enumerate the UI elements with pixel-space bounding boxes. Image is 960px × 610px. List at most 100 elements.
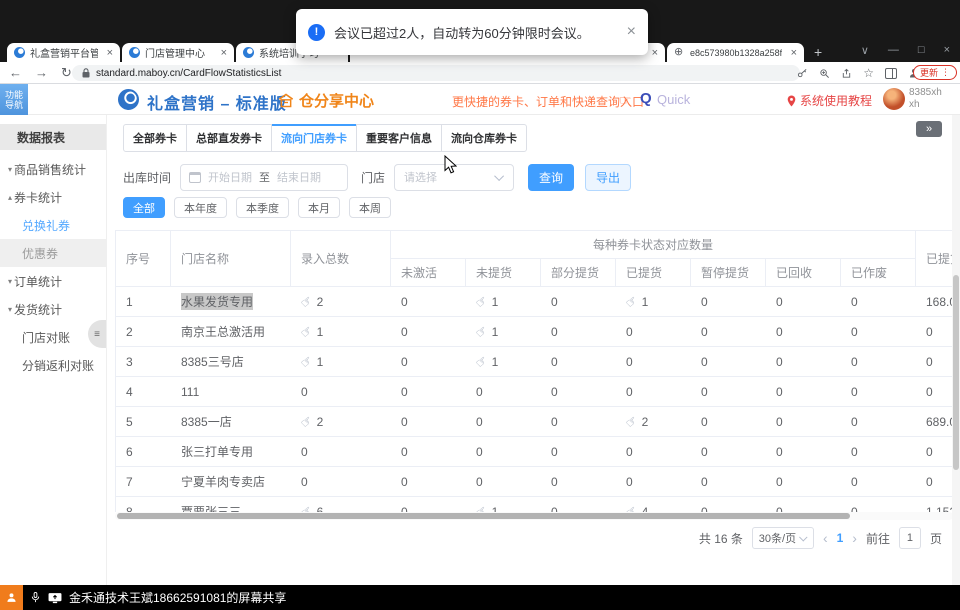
count-cell: 0: [391, 287, 466, 316]
search-button[interactable]: 查询: [528, 164, 574, 191]
count-link[interactable]: ☞2: [626, 414, 648, 430]
count-link[interactable]: ☞6: [301, 504, 323, 513]
browser-tab-gift-admin[interactable]: 礼盒营销平台管理中心 ×: [7, 43, 120, 62]
count-link[interactable]: ☞1: [301, 354, 323, 370]
date-range-input[interactable]: 开始日期 至 结束日期: [180, 164, 348, 191]
sidebar-item-order-stats[interactable]: ▾ 订单统计: [0, 267, 106, 295]
side-panel-icon[interactable]: [885, 68, 897, 79]
zoom-icon[interactable]: [819, 68, 830, 79]
count-value: 1: [492, 295, 499, 309]
tab-title: 门店管理中心: [145, 45, 212, 60]
count-cell: 0: [766, 377, 841, 406]
function-nav-button[interactable]: 功能 导航: [0, 84, 28, 115]
page-scrollbar-thumb[interactable]: [953, 275, 959, 470]
warehouse-share-center-link[interactable]: 仓分享中心: [278, 90, 374, 111]
tab-close-icon[interactable]: ×: [107, 47, 113, 59]
chrome-update-button[interactable]: 更新 ⋮: [913, 65, 957, 80]
window-close-button[interactable]: ×: [944, 44, 950, 57]
export-button[interactable]: 导出: [585, 164, 631, 191]
count-cell: 0: [466, 407, 541, 436]
pointer-icon: ☞: [622, 292, 641, 312]
quick-filter-month[interactable]: 本月: [298, 197, 340, 218]
page-size-value: 30条/页: [759, 530, 796, 546]
sidebar-item-discount-coupon[interactable]: 优惠券: [0, 239, 106, 267]
address-bar[interactable]: standard.maboy.cn/CardFlowStatisticsList: [72, 65, 800, 81]
double-chevron-icon: »: [926, 124, 932, 135]
page-number[interactable]: 1: [837, 531, 844, 545]
microphone-icon: [30, 591, 41, 604]
browser-tab-store-admin[interactable]: 门店管理中心 ×: [122, 43, 234, 62]
tab-store-flow-cards[interactable]: 流向门店券卡: [272, 125, 357, 151]
collapse-panel-button[interactable]: »: [916, 121, 942, 137]
forward-icon[interactable]: →: [35, 64, 48, 81]
tab-key-customers[interactable]: 重要客户信息: [357, 125, 442, 151]
page-size-select[interactable]: 30条/页: [752, 527, 814, 549]
next-page-button[interactable]: ›: [852, 530, 857, 546]
new-tab-button[interactable]: +: [814, 44, 822, 60]
quick-filter-year[interactable]: 本年度: [174, 197, 227, 218]
pointer-icon: ☞: [297, 292, 316, 312]
count-link[interactable]: ☞1: [476, 294, 498, 310]
sidebar-item-rebate-reconciliation[interactable]: 分销返利对账: [0, 351, 106, 379]
tab-all-cards[interactable]: 全部券卡: [124, 125, 187, 151]
sidebar-item-exchange-coupon[interactable]: 兑换礼券: [0, 211, 106, 239]
count-cell: 0: [291, 437, 391, 466]
count-link[interactable]: ☞4: [626, 504, 648, 513]
browser-menu-icon[interactable]: ⋮: [941, 67, 950, 78]
store-name: 宁夏羊肉专卖店: [181, 473, 265, 490]
quick-filter-week[interactable]: 本周: [349, 197, 391, 218]
browser-tab-hash[interactable]: ⊕ e8c573980b1328a258fd2e618 ×: [667, 43, 804, 62]
quick-search-icon[interactable]: Q: [640, 90, 652, 107]
tab-close-icon[interactable]: ×: [652, 47, 658, 59]
count-cell: 0: [616, 377, 691, 406]
count-cell: 0: [466, 437, 541, 466]
chevron-down-icon: [799, 533, 807, 541]
col-header-inactive: 未激活: [391, 259, 466, 287]
tab-hq-direct-cards[interactable]: 总部直发券卡: [187, 125, 272, 151]
count-link[interactable]: ☞2: [301, 294, 323, 310]
bookmark-star-icon[interactable]: ☆: [863, 67, 874, 79]
count-link[interactable]: ☞1: [626, 294, 648, 310]
sidebar-item-product-sales[interactable]: ▾ 商品销售统计: [0, 155, 106, 183]
report-tabs: 全部券卡 总部直发券卡 流向门店券卡 重要客户信息 流向仓库券卡: [123, 124, 527, 152]
toast-close-icon[interactable]: ×: [627, 23, 636, 41]
maximize-button[interactable]: □: [918, 44, 925, 57]
lock-icon: [82, 68, 90, 78]
prev-page-button[interactable]: ‹: [823, 530, 828, 546]
system-tutorial-link[interactable]: 系统使用教程: [787, 92, 872, 109]
user-alias: xh: [909, 99, 942, 111]
count-link[interactable]: ☞1: [476, 504, 498, 513]
key-icon[interactable]: [797, 68, 808, 79]
store-name-cell: 8385一店: [171, 407, 291, 436]
reload-icon[interactable]: ↻: [61, 64, 72, 81]
goto-page-input[interactable]: [899, 527, 921, 549]
count-link[interactable]: ☞1: [476, 354, 498, 370]
tab-search-icon[interactable]: ∨: [861, 44, 869, 57]
time-filter-label: 出库时间: [123, 169, 171, 186]
count-link[interactable]: ☞1: [476, 324, 498, 340]
store-name-cell: 8385三号店: [171, 347, 291, 376]
share-icon[interactable]: [841, 68, 852, 79]
tab-warehouse-flow-cards[interactable]: 流向仓库券卡: [442, 125, 526, 151]
site-favicon: [243, 47, 254, 58]
count-cell: 0: [691, 467, 766, 496]
horizontal-scrollbar-thumb[interactable]: [117, 513, 850, 519]
count-cell: 0: [766, 317, 841, 346]
quick-label[interactable]: Quick: [657, 92, 690, 107]
count-link[interactable]: ☞2: [301, 414, 323, 430]
minimize-button[interactable]: —: [888, 44, 899, 57]
quick-filter-all[interactable]: 全部: [123, 197, 165, 218]
quick-filter-quarter[interactable]: 本季度: [236, 197, 289, 218]
count-link[interactable]: ☞1: [301, 324, 323, 340]
user-avatar[interactable]: [883, 88, 905, 110]
tab-close-icon[interactable]: ×: [221, 47, 227, 59]
back-icon[interactable]: ←: [9, 64, 22, 81]
range-separator: 至: [259, 169, 270, 185]
page-scrollbar: [952, 115, 960, 585]
store-name-cell: 宁夏羊肉专卖店: [171, 467, 291, 496]
sidebar-item-card-stats[interactable]: ▴ 券卡统计: [0, 183, 106, 211]
count-value: 2: [317, 295, 324, 309]
sidebar-item-shipping-stats[interactable]: ▾ 发货统计: [0, 295, 106, 323]
tab-close-icon[interactable]: ×: [791, 47, 797, 59]
row-index-cell: 6: [116, 437, 171, 466]
